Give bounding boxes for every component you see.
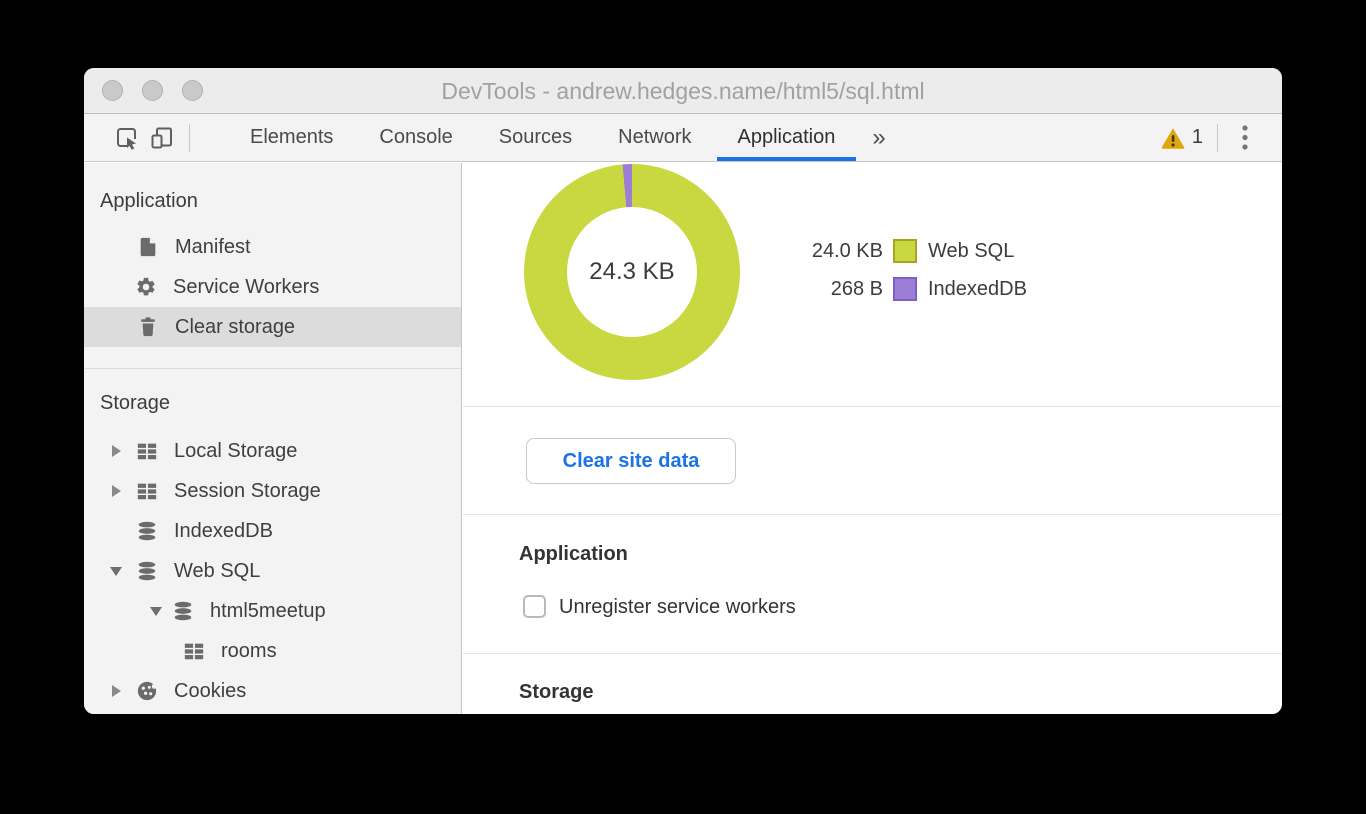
expander-icon[interactable] [108, 485, 124, 497]
kebab-menu-icon[interactable] [1232, 125, 1258, 151]
database-icon [172, 600, 194, 622]
gear-icon [135, 276, 157, 298]
sidebar-item-rooms[interactable]: rooms [84, 631, 461, 671]
sidebar-item-web-sql[interactable]: Web SQL [84, 551, 461, 591]
application-section-heading: Application [519, 541, 628, 567]
indexeddb-label: IndexedDB [928, 278, 1027, 301]
cookie-icon [136, 680, 158, 702]
section-divider [463, 653, 1282, 654]
warning-count[interactable]: 1 [1192, 126, 1203, 149]
sidebar-item-local-storage[interactable]: Local Storage [84, 431, 461, 471]
tab-application[interactable]: Application [715, 114, 859, 161]
storage-total-label: 24.3 KB [589, 258, 674, 286]
devtools-window: DevTools - andrew.hedges.name/html5/sql.… [84, 68, 1282, 714]
tab-sources[interactable]: Sources [476, 114, 595, 161]
sidebar-item-indexeddb[interactable]: IndexedDB [84, 511, 461, 551]
sidebar-section-storage: Storage [100, 389, 170, 417]
tab-network[interactable]: Network [595, 114, 714, 161]
sidebar-item-html5meetup[interactable]: html5meetup [84, 591, 461, 631]
table-icon [183, 640, 205, 662]
clear-site-data-button[interactable]: Clear site data [526, 438, 736, 484]
unregister-service-workers-checkbox[interactable] [523, 595, 546, 618]
trash-icon [137, 316, 159, 338]
file-icon [137, 236, 159, 258]
panel-tabs: Elements Console Sources Network Applica… [227, 114, 900, 161]
database-icon [136, 560, 158, 582]
websql-size: 24.0 KB [783, 240, 883, 263]
inspect-element-icon[interactable] [114, 125, 140, 151]
websql-label: Web SQL [928, 240, 1014, 263]
window-title: DevTools - andrew.hedges.name/html5/sql.… [84, 68, 1282, 114]
database-icon [136, 520, 158, 542]
titlebar: DevTools - andrew.hedges.name/html5/sql.… [84, 68, 1282, 114]
clear-storage-panel: 24.3 KB 24.0 KB Web SQL 268 B IndexedDB … [463, 163, 1282, 714]
expander-icon[interactable] [108, 567, 124, 576]
storage-section-heading: Storage [519, 679, 593, 705]
devtools-content: Application Manifest Service Workers [84, 163, 1282, 714]
section-divider [463, 514, 1282, 515]
websql-swatch-icon [893, 239, 917, 263]
expander-icon[interactable] [108, 445, 124, 457]
warning-icon[interactable] [1160, 126, 1186, 150]
device-toolbar-icon[interactable] [149, 125, 175, 151]
sidebar-item-service-workers[interactable]: Service Workers [84, 267, 461, 307]
sidebar-divider [84, 368, 461, 369]
application-sidebar: Application Manifest Service Workers [84, 163, 462, 714]
devtools-toolbar: Elements Console Sources Network Applica… [84, 114, 1282, 162]
section-divider [463, 406, 1282, 407]
tab-elements[interactable]: Elements [227, 114, 356, 161]
more-panels-button[interactable]: » [858, 114, 899, 161]
toolbar-separator [189, 124, 190, 152]
legend-row-indexeddb: 268 B IndexedDB [783, 275, 1027, 303]
sidebar-item-session-storage[interactable]: Session Storage [84, 471, 461, 511]
table-icon [136, 480, 158, 502]
table-icon [136, 440, 158, 462]
toolbar-separator [1217, 124, 1218, 152]
unregister-service-workers-label: Unregister service workers [559, 593, 796, 621]
tab-console[interactable]: Console [356, 114, 475, 161]
expander-icon[interactable] [108, 685, 124, 697]
sidebar-item-cookies[interactable]: Cookies [84, 671, 461, 711]
expander-icon[interactable] [148, 607, 164, 616]
storage-usage-donut-chart: 24.3 KB [524, 164, 740, 380]
sidebar-item-clear-storage[interactable]: Clear storage [84, 307, 461, 347]
storage-total: 24.3 KB [567, 207, 697, 337]
indexeddb-swatch-icon [893, 277, 917, 301]
toolbar-right: 1 [1160, 124, 1282, 152]
indexeddb-size: 268 B [783, 278, 883, 301]
sidebar-item-manifest[interactable]: Manifest [84, 227, 461, 267]
legend-row-websql: 24.0 KB Web SQL [783, 237, 1014, 265]
sidebar-section-application: Application [100, 187, 198, 215]
